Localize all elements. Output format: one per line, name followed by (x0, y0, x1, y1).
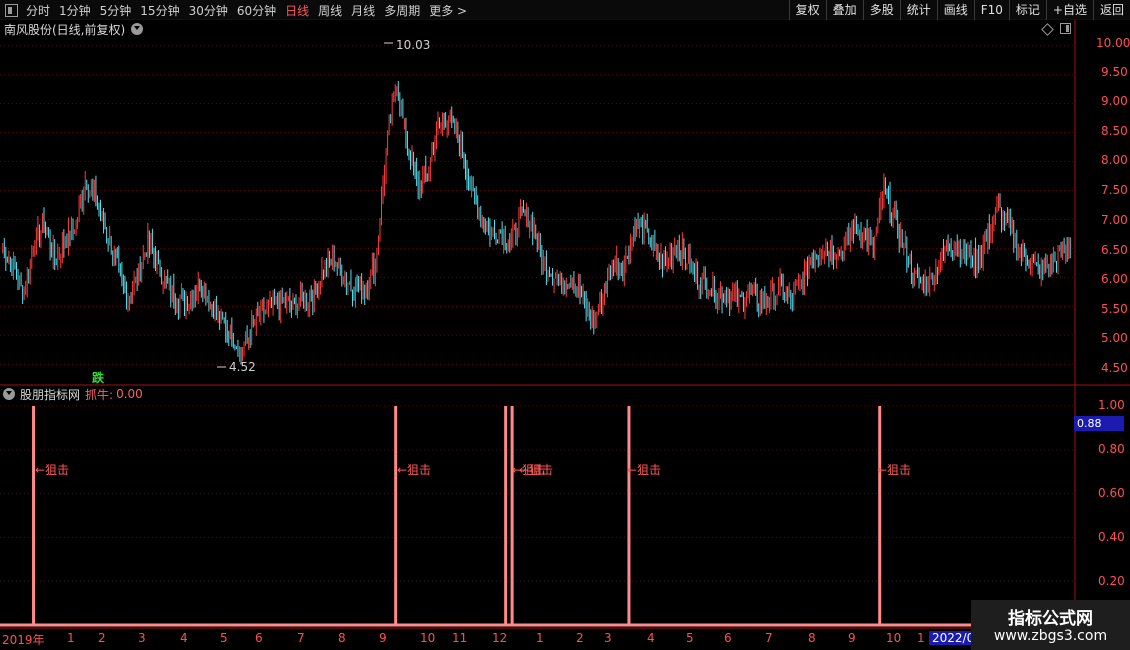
date-tick: 2 (576, 631, 584, 645)
date-tick: 3 (138, 631, 146, 645)
period-30min[interactable]: 30分钟 (189, 2, 228, 19)
adjust-button[interactable]: 复权 (788, 0, 826, 20)
indicator-current-value: 0.88 (1074, 416, 1124, 431)
price-tick: 8.50 (1101, 124, 1128, 138)
low-price-label: 4.52 (229, 360, 256, 374)
date-tick: 7 (765, 631, 773, 645)
f10-button[interactable]: F10 (973, 0, 1009, 20)
period-weekly[interactable]: 周线 (318, 2, 342, 19)
signal-bar (510, 406, 514, 625)
tool-buttons: 复权 叠加 多股 统计 画线 F10 标记 +自选 返回 (788, 0, 1130, 20)
signal-bar (627, 406, 631, 625)
period-15min[interactable]: 15分钟 (140, 2, 179, 19)
add-watchlist-button[interactable]: +自选 (1045, 0, 1093, 20)
price-tick: 4.50 (1101, 361, 1128, 375)
date-tick: 5 (220, 631, 228, 645)
window-icon[interactable] (5, 3, 18, 17)
signal-fall-label: 跌 (92, 371, 105, 385)
price-tick: 9.00 (1101, 94, 1128, 108)
chevron-down-icon[interactable] (3, 388, 15, 400)
date-tick: 11 (452, 631, 468, 645)
overlay-button[interactable]: 叠加 (825, 0, 863, 20)
date-tick: 8 (338, 631, 346, 645)
date-tick: 4 (647, 631, 655, 645)
period-1min[interactable]: 1分钟 (59, 2, 91, 19)
period-multi[interactable]: 多周期 (384, 2, 420, 19)
watermark: 指标公式网 www.zbgs3.com (971, 600, 1130, 650)
statistics-button[interactable]: 统计 (899, 0, 937, 20)
indicator-tick: 0.20 (1098, 574, 1125, 588)
watermark-url: www.zbgs3.com (993, 628, 1108, 644)
snipe-annotation: ←狙击 (519, 463, 554, 477)
period-more[interactable]: 更多 > (429, 2, 467, 19)
snipe-annotation: ←狙击 (627, 463, 662, 477)
chevron-down-icon[interactable] (131, 23, 144, 35)
snipe-annotation: ←狙击 (397, 463, 432, 477)
price-tick: 10.00 (1096, 36, 1130, 50)
signal-bar (394, 406, 398, 625)
period-5min[interactable]: 5分钟 (100, 2, 132, 19)
indicator-header: 股朋指标网 抓牛: 0.00 (0, 386, 143, 402)
period-bar: 分时 1分钟 5分钟 15分钟 30分钟 60分钟 日线 周线 月线 多周期 更… (0, 0, 476, 20)
main-chart-header: 南风股份(日线,前复权) (0, 20, 144, 38)
indicator-line-name: 抓牛: (85, 387, 114, 402)
period-minute-chart[interactable]: 分时 (26, 2, 50, 19)
price-tick: 5.00 (1101, 331, 1128, 345)
price-tick: 6.50 (1101, 243, 1128, 257)
back-button[interactable]: 返回 (1092, 0, 1130, 20)
signal-bar (32, 406, 36, 625)
stock-chart[interactable] (0, 0, 1130, 650)
indicator-tick: 0.80 (1098, 442, 1125, 456)
snipe-annotation: ←狙击 (877, 463, 912, 477)
draw-line-button[interactable]: 画线 (936, 0, 974, 20)
indicator-tick: 0.40 (1098, 530, 1125, 544)
chart-grid (0, 45, 1075, 582)
date-tick: 2 (98, 631, 106, 645)
period-daily[interactable]: 日线 (285, 2, 309, 19)
date-tick: 8 (808, 631, 816, 645)
period-60min[interactable]: 60分钟 (237, 2, 276, 19)
diamond-icon[interactable] (1041, 23, 1054, 36)
date-tick: 2019年 (2, 633, 45, 647)
date-tick: 1 (67, 631, 75, 645)
date-tick: 4 (180, 631, 188, 645)
date-tick: 10 (886, 631, 902, 645)
date-tick: 9 (379, 631, 387, 645)
period-monthly[interactable]: 月线 (351, 2, 375, 19)
date-tick: 1 (536, 631, 544, 645)
candlestick-series (2, 81, 1071, 365)
indicator-line-value: 0.00 (116, 387, 143, 401)
price-tick: 5.50 (1101, 302, 1128, 316)
date-tick: 3 (604, 631, 612, 645)
indicator-name: 股朋指标网 (20, 387, 81, 402)
date-tick: 6 (255, 631, 263, 645)
main-chart-title: 南风股份(日线,前复权) (4, 22, 126, 37)
date-tick: 5 (686, 631, 694, 645)
date-tick: 6 (724, 631, 732, 645)
price-tick: 6.00 (1101, 272, 1128, 286)
date-tick: 1 (917, 631, 925, 645)
price-tick: 9.50 (1101, 65, 1128, 79)
date-tick: 7 (297, 631, 305, 645)
panel-toggle-icon[interactable] (1060, 23, 1071, 34)
signal-bars (32, 406, 882, 625)
mark-button[interactable]: 标记 (1008, 0, 1046, 20)
price-tick: 7.50 (1101, 183, 1128, 197)
high-price-label: 10.03 (396, 38, 431, 52)
date-tick: 9 (848, 631, 856, 645)
price-tick: 7.00 (1101, 213, 1128, 227)
price-markers (217, 42, 393, 368)
date-tick: 10 (420, 631, 436, 645)
indicator-tick: 0.60 (1098, 486, 1125, 500)
toolbar: 分时 1分钟 5分钟 15分钟 30分钟 60分钟 日线 周线 月线 多周期 更… (0, 0, 1130, 20)
indicator-tick: 1.00 (1098, 398, 1125, 412)
signal-bar (878, 406, 882, 625)
snipe-annotation: ←狙击 (35, 463, 70, 477)
price-tick: 8.00 (1101, 153, 1128, 167)
multi-stock-button[interactable]: 多股 (862, 0, 900, 20)
signal-bar (504, 406, 508, 625)
watermark-title: 指标公式网 (1008, 609, 1093, 629)
date-tick: 12 (492, 631, 508, 645)
